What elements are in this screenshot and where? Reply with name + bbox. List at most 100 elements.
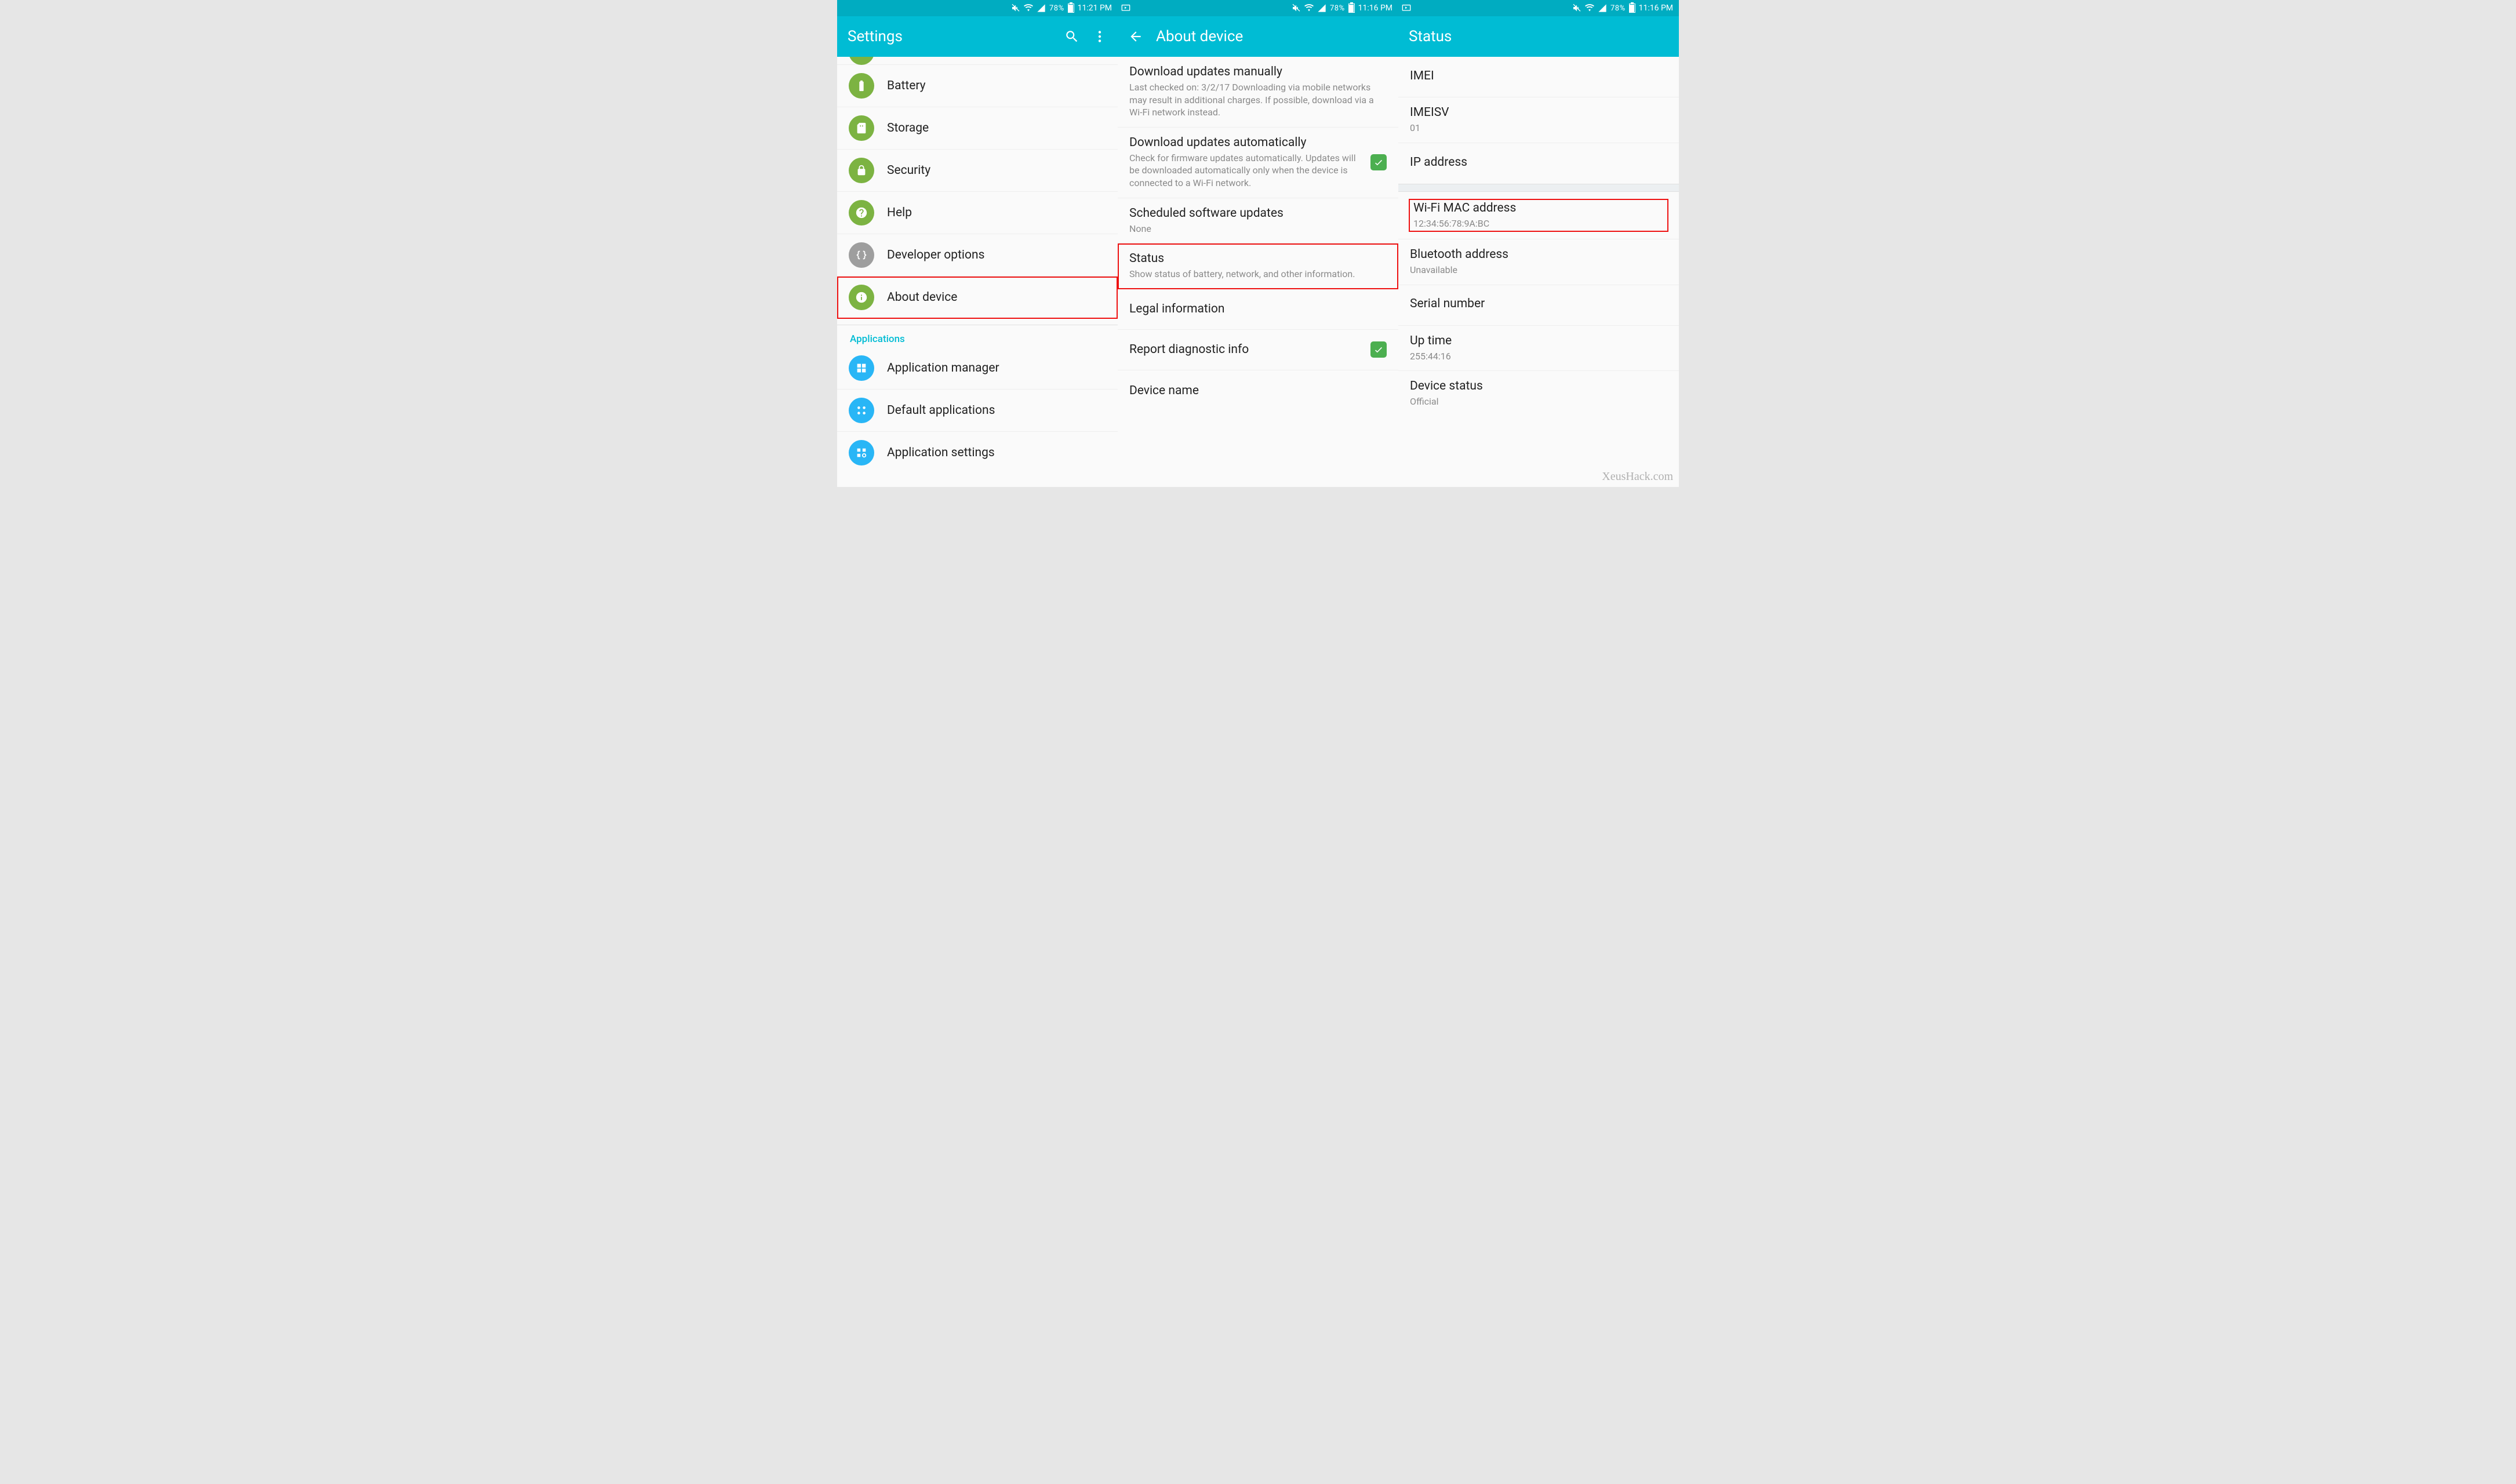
- battery-icon: [1068, 3, 1074, 13]
- mute-icon: [1011, 3, 1020, 13]
- watermark: XeusHack.com: [1602, 470, 1673, 483]
- item-title: Device status: [1410, 379, 1667, 393]
- screenshot-icon: [1402, 3, 1411, 13]
- item-title: Up time: [1410, 334, 1667, 348]
- settings-item-battery[interactable]: Battery: [837, 65, 1118, 107]
- item-title: Scheduled software updates: [1129, 206, 1387, 220]
- apps-icon: [849, 398, 874, 423]
- item-value: 01: [1410, 122, 1667, 134]
- wifi-icon: [1585, 3, 1594, 13]
- item-title: Bluetooth address: [1410, 248, 1667, 261]
- pane-about-device: 78% 11:16 PM About device Download updat…: [1118, 0, 1398, 487]
- item-label: Application manager: [887, 361, 1106, 375]
- item-label: Help: [887, 206, 1106, 220]
- status-bar: 78% 11:21 PM: [837, 0, 1118, 16]
- status-item-imeisv[interactable]: IMEISV 01: [1398, 97, 1679, 143]
- item-value: Official: [1410, 395, 1667, 408]
- item-subtitle: None: [1129, 223, 1387, 235]
- item-subtitle: Check for firmware updates automatically…: [1129, 152, 1362, 190]
- item-value: 12:34:56:78:9A:BC: [1413, 217, 1664, 230]
- clock: 11:16 PM: [1358, 3, 1392, 13]
- status-bar: 78% 11:16 PM: [1398, 0, 1679, 16]
- settings-item-security[interactable]: Security: [837, 150, 1118, 192]
- item-title: Legal information: [1129, 302, 1387, 316]
- item-title: Download updates automatically: [1129, 136, 1362, 150]
- clock: 11:21 PM: [1078, 3, 1112, 13]
- item-label: Application settings: [887, 446, 1106, 460]
- item-title: Device name: [1129, 384, 1387, 398]
- mute-icon: [1572, 3, 1581, 13]
- status-item-ip[interactable]: IP address: [1398, 143, 1679, 184]
- battery-percent: 78%: [1610, 4, 1626, 13]
- about-item-scheduled[interactable]: Scheduled software updates None: [1118, 198, 1398, 244]
- checkbox-checked-icon[interactable]: [1370, 341, 1387, 358]
- about-item-status[interactable]: Status Show status of battery, network, …: [1118, 243, 1398, 289]
- status-item-imei[interactable]: IMEI: [1398, 57, 1679, 97]
- braces-icon: [849, 242, 874, 268]
- about-item-diagnostic[interactable]: Report diagnostic info: [1118, 330, 1398, 370]
- settings-list[interactable]: Battery Storage Security Help Developer …: [837, 57, 1118, 487]
- search-icon[interactable]: [1064, 29, 1079, 44]
- battery-icon: [1629, 3, 1635, 13]
- item-label: About device: [887, 290, 1106, 304]
- item-title: Wi-Fi MAC address: [1413, 201, 1664, 215]
- checkbox-checked-icon[interactable]: [1370, 154, 1387, 170]
- status-list[interactable]: IMEI IMEISV 01 IP address: [1398, 57, 1679, 487]
- item-subtitle: Show status of battery, network, and oth…: [1129, 268, 1387, 281]
- status-item-serial[interactable]: Serial number: [1398, 285, 1679, 326]
- page-title: About device: [1156, 28, 1388, 45]
- item-value: 255:44:16: [1410, 350, 1667, 363]
- signal-icon: [1037, 3, 1046, 13]
- settings-item-storage[interactable]: Storage: [837, 107, 1118, 150]
- more-icon[interactable]: [1092, 29, 1107, 44]
- item-label: Security: [887, 163, 1106, 177]
- page-title: Status: [1409, 28, 1668, 45]
- item-title: Status: [1129, 252, 1387, 265]
- item-title: IP address: [1410, 155, 1667, 169]
- status-item-wifi-mac[interactable]: Wi-Fi MAC address 12:34:56:78:9A:BC: [1398, 192, 1679, 240]
- item-label: Storage: [887, 121, 1106, 135]
- section-header-applications: Applications: [837, 325, 1118, 347]
- grid-icon: [849, 355, 874, 381]
- settings-item-about[interactable]: About device: [837, 277, 1118, 319]
- battery-percent: 78%: [1330, 4, 1345, 13]
- about-list[interactable]: Download updates manually Last checked o…: [1118, 57, 1398, 487]
- storage-icon: [849, 115, 874, 141]
- battery-percent: 78%: [1049, 4, 1064, 13]
- item-title: IMEISV: [1410, 106, 1667, 119]
- item-subtitle: Last checked on: 3/2/17 Downloading via …: [1129, 81, 1387, 119]
- item-label: Default applications: [887, 403, 1106, 417]
- status-bar: 78% 11:16 PM: [1118, 0, 1398, 16]
- item-value: Unavailable: [1410, 264, 1667, 277]
- item-label: Developer options: [887, 248, 1106, 262]
- item-label: Battery: [887, 79, 1106, 93]
- about-item-download-manual[interactable]: Download updates manually Last checked o…: [1118, 57, 1398, 128]
- section-divider: [1398, 184, 1679, 192]
- pane-settings: 78% 11:21 PM Settings Battery Storage Se…: [837, 0, 1118, 487]
- help-icon: [849, 200, 874, 225]
- status-item-uptime[interactable]: Up time 255:44:16: [1398, 326, 1679, 372]
- apps-gear-icon: [849, 440, 874, 465]
- item-title: Download updates manually: [1129, 65, 1387, 79]
- settings-item-developer[interactable]: Developer options: [837, 234, 1118, 277]
- settings-item-default-apps[interactable]: Default applications: [837, 390, 1118, 432]
- settings-item-app-manager[interactable]: Application manager: [837, 347, 1118, 390]
- list-item-partial[interactable]: [837, 57, 1118, 65]
- wifi-icon: [1024, 3, 1033, 13]
- signal-icon: [1598, 3, 1607, 13]
- about-item-legal[interactable]: Legal information: [1118, 289, 1398, 330]
- wifi-icon: [1304, 3, 1314, 13]
- info-icon: [849, 285, 874, 310]
- status-item-device-status[interactable]: Device status Official: [1398, 371, 1679, 416]
- about-item-download-auto[interactable]: Download updates automatically Check for…: [1118, 128, 1398, 198]
- app-bar: Status: [1398, 16, 1679, 57]
- item-title: Report diagnostic info: [1129, 343, 1362, 357]
- lock-icon: [849, 158, 874, 183]
- settings-item-help[interactable]: Help: [837, 192, 1118, 234]
- screenshot-icon: [1121, 3, 1130, 13]
- about-item-device-name[interactable]: Device name: [1118, 370, 1398, 411]
- app-bar: Settings: [837, 16, 1118, 57]
- back-icon[interactable]: [1128, 29, 1143, 44]
- settings-item-app-settings[interactable]: Application settings: [837, 432, 1118, 474]
- status-item-bluetooth[interactable]: Bluetooth address Unavailable: [1398, 239, 1679, 285]
